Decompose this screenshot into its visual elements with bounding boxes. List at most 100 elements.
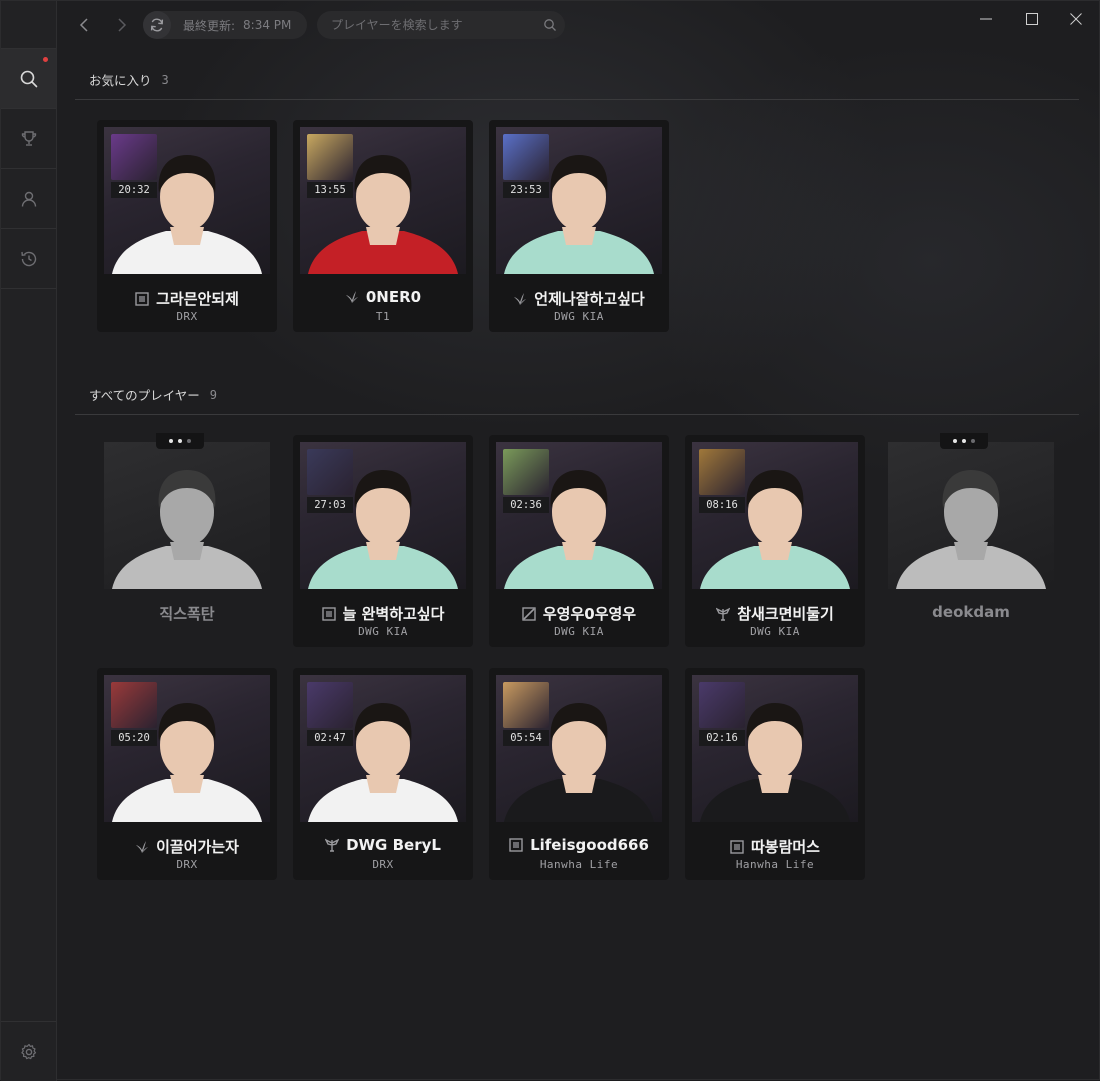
card-image: 05:54	[496, 675, 662, 822]
player-name: 우영우0우영우	[542, 605, 637, 623]
rank-leaf-icon	[345, 291, 358, 303]
player-name: Lifeisgood666	[530, 836, 649, 854]
champion-icon	[111, 134, 157, 180]
user-icon	[21, 191, 36, 207]
player-card[interactable]: 23:53 언제나잘하고싶다 DWG KIA	[489, 120, 669, 332]
player-card[interactable]: 13:55 0NER0 T1	[293, 120, 473, 332]
last-updated-time: 8:34 PM	[243, 18, 292, 32]
team-name: DWG KIA	[554, 625, 604, 638]
card-image: 27:03	[300, 442, 466, 589]
maximize-icon	[1026, 13, 1038, 25]
game-timer: 13:55	[307, 182, 353, 198]
sidebar-item-history[interactable]	[1, 229, 56, 289]
team-name: DRX	[372, 858, 394, 871]
player-name-row: 이끌어가는자	[97, 836, 277, 857]
player-name: 이끌어가는자	[156, 838, 239, 856]
all-players-title: すべてのプレイヤー	[89, 388, 200, 403]
trophy-icon	[21, 130, 36, 146]
player-name-row: 0NER0	[293, 288, 473, 306]
card-image: 05:20	[104, 675, 270, 822]
game-timer: 08:16	[699, 497, 745, 513]
game-timer: 05:54	[503, 730, 549, 746]
player-name: 참새크면비둘기	[737, 605, 834, 623]
player-card[interactable]: 27:03 늘 완벽하고싶다 DWG KIA	[293, 435, 473, 647]
loading-dots	[156, 433, 204, 449]
close-icon	[1070, 13, 1082, 25]
back-button[interactable]	[73, 13, 97, 37]
player-card[interactable]: deokdam	[881, 433, 1061, 647]
minimize-icon	[980, 18, 992, 20]
game-timer: 05:20	[111, 730, 157, 746]
sidebar-item-settings[interactable]	[1, 1021, 56, 1081]
player-card[interactable]: 02:47 DWG BeryL DRX	[293, 668, 473, 880]
player-name: 따봉람머스	[750, 838, 820, 856]
champion-icon	[111, 682, 157, 728]
game-timer: 23:53	[503, 182, 549, 198]
team-name: DRX	[176, 310, 198, 323]
refresh-button[interactable]	[143, 11, 171, 39]
player-name-row: Lifeisgood666	[489, 836, 669, 854]
topbar: 最終更新: 8:34 PM	[57, 1, 1099, 49]
rank-leaf-icon	[514, 292, 527, 305]
refresh-icon	[150, 18, 164, 32]
player-card[interactable]: 05:54 Lifeisgood666 Hanwha Life	[489, 668, 669, 880]
sidebar	[1, 1, 57, 1081]
sidebar-item-trophy[interactable]	[1, 109, 56, 169]
player-search[interactable]	[317, 11, 565, 39]
search-input[interactable]	[329, 17, 543, 33]
player-name-row: 참새크면비둘기	[685, 603, 865, 624]
team-name: DWG KIA	[554, 310, 604, 323]
forward-button[interactable]	[109, 13, 133, 37]
player-card[interactable]: 02:16 따봉람머스 Hanwha Life	[685, 668, 865, 880]
card-image: 20:32	[104, 127, 270, 274]
player-card[interactable]: 05:20 이끌어가는자 DRX	[97, 668, 277, 880]
rank-wing-icon	[716, 607, 731, 621]
champion-icon	[699, 449, 745, 495]
rank-square-icon	[509, 838, 523, 852]
card-image	[888, 442, 1054, 589]
player-name-row: 직스폭탄	[97, 603, 277, 624]
champion-icon	[699, 682, 745, 728]
favorites-title: お気に入り	[89, 73, 152, 88]
player-name-row: 따봉람머스	[685, 836, 865, 857]
player-card[interactable]: 08:16 참새크면비둘기 DWG KIA	[685, 435, 865, 647]
player-photo	[896, 470, 1046, 589]
team-name: T1	[375, 310, 391, 323]
champion-icon	[503, 682, 549, 728]
champion-icon	[503, 134, 549, 180]
all-players-header: すべてのプレイヤー 9	[89, 385, 217, 404]
card-image: 02:36	[496, 442, 662, 589]
rank-square-icon	[135, 291, 149, 306]
close-button[interactable]	[1061, 9, 1091, 29]
player-card[interactable]: 직스폭탄	[97, 433, 277, 647]
champion-icon	[307, 449, 353, 495]
search-icon	[20, 70, 37, 87]
sidebar-item-profile[interactable]	[1, 169, 56, 229]
refresh-status: 最終更新: 8:34 PM	[143, 11, 307, 39]
player-card[interactable]: 02:36 우영우0우영우 DWG KIA	[489, 435, 669, 647]
minimize-button[interactable]	[971, 9, 1001, 29]
player-name-row: 언제나잘하고싶다	[489, 288, 669, 309]
card-image: 23:53	[496, 127, 662, 274]
last-updated-label: 最終更新:	[183, 18, 236, 33]
player-card[interactable]: 20:32 그라믄안되제 DRX	[97, 120, 277, 332]
maximize-button[interactable]	[1017, 9, 1047, 29]
champion-icon	[307, 134, 353, 180]
favorites-count: 3	[161, 72, 169, 87]
gear-icon	[20, 1043, 36, 1059]
rank-leaf-icon	[136, 840, 149, 853]
card-image: 13:55	[300, 127, 466, 274]
player-name-row: 그라믄안되제	[97, 288, 277, 309]
chevron-right-icon	[118, 18, 127, 32]
player-name: 직스폭탄	[159, 605, 215, 623]
history-icon	[20, 251, 36, 266]
game-timer: 02:36	[503, 497, 549, 513]
sidebar-item-search[interactable]	[1, 49, 56, 109]
card-image: 02:47	[300, 675, 466, 822]
player-name-row: deokdam	[881, 603, 1061, 621]
card-image: 02:16	[692, 675, 858, 822]
team-name: DWG KIA	[750, 625, 800, 638]
game-timer: 02:47	[307, 730, 353, 746]
player-name: 늘 완벽하고싶다	[342, 605, 445, 623]
rank-square-icon	[730, 839, 744, 854]
